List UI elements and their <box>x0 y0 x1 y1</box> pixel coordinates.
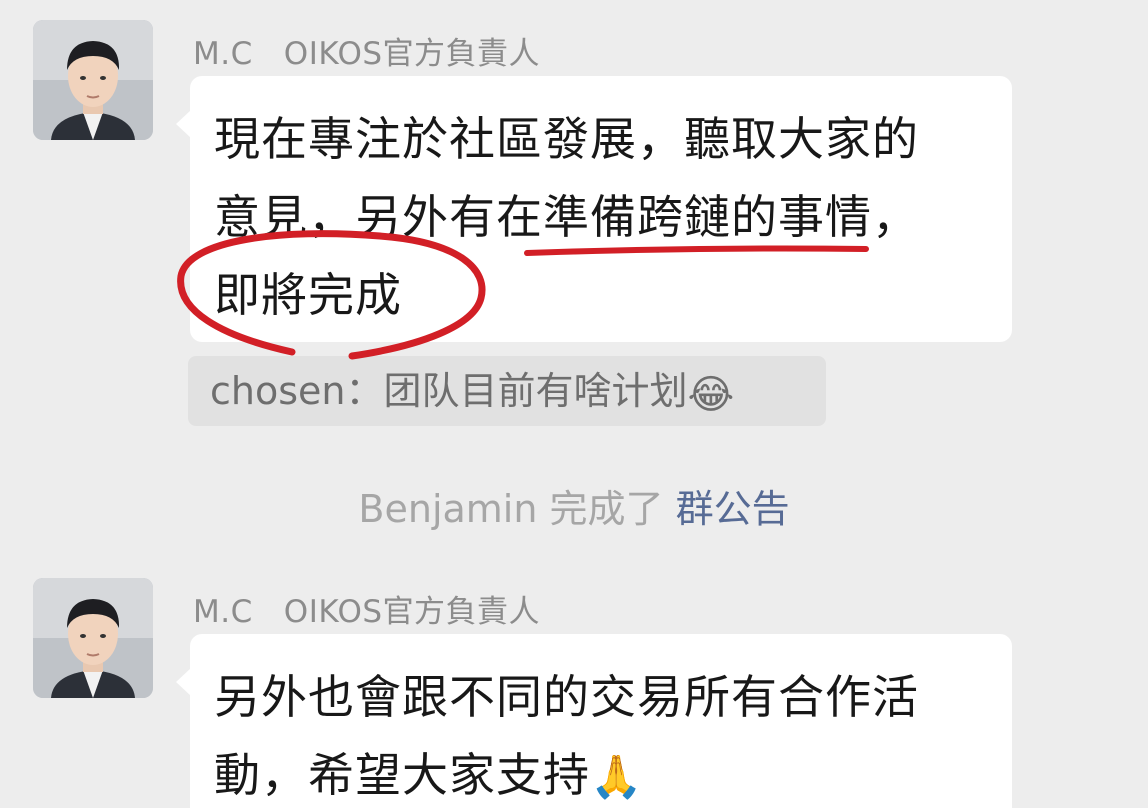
sender-avatar[interactable] <box>33 20 153 140</box>
message-line: 即將完成 <box>214 268 402 322</box>
message-text: 另外也會跟不同的交易所有合作活 動，希望大家支持🙏 <box>214 658 1004 808</box>
system-notice: Benjamin 完成了 群公告 <box>0 478 1148 533</box>
folded-hands-emoji-icon: 🙏 <box>590 752 644 801</box>
message-bubble[interactable]: 現在專注於社區發展，聽取大家的 意見，另外有在準備跨鏈的事情， 即將完成 <box>176 76 1012 342</box>
notice-actor: Benjamin <box>358 487 538 531</box>
laughing-emoji-icon: 😂 <box>687 372 735 418</box>
message-line-text: 動，希望大家支持 <box>214 748 590 802</box>
quote-author: chosen <box>210 369 346 413</box>
sender-avatar[interactable] <box>33 578 153 698</box>
message-line: 另外也會跟不同的交易所有合作活 <box>214 670 919 724</box>
avatar-photo <box>33 578 153 698</box>
quote-separator: ： <box>345 369 384 413</box>
message-bubble[interactable]: 另外也會跟不同的交易所有合作活 動，希望大家支持🙏 <box>176 634 1012 808</box>
group-announcement-link[interactable]: 群公告 <box>676 487 790 531</box>
message-line: 動，希望大家支持🙏 <box>214 736 1004 808</box>
message-line: 現在專注於社區發展，聽取大家的 <box>214 112 919 166</box>
quote-text: 团队目前有啥计划 <box>383 369 688 413</box>
chat-screen: M.C OIKOS官方負責人 現在專注於社區發展，聽取大家的 意見，另外有在準備… <box>0 0 1148 808</box>
avatar-photo <box>33 20 153 140</box>
message-text: 現在專注於社區發展，聽取大家的 意見，另外有在準備跨鏈的事情， 即將完成 <box>214 100 1004 334</box>
message-line: 意見，另外有在準備跨鏈的事情， <box>214 190 919 244</box>
sender-name: M.C OIKOS官方負責人 <box>193 36 541 72</box>
quoted-reply[interactable]: chosen：团队目前有啥计划😂 <box>188 356 826 426</box>
sender-name: M.C OIKOS官方負責人 <box>193 594 541 630</box>
notice-action: 完成了 <box>549 487 664 531</box>
